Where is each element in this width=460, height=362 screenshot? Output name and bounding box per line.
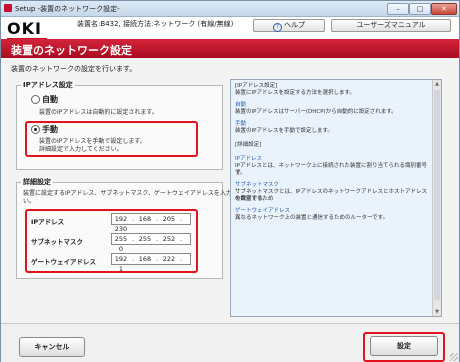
help-panel[interactable]: [IPアドレス設定] 装置にIPアドレスを設定する方法を選択します。 自動 装置…	[230, 79, 442, 317]
ip-octet-2[interactable]: 168	[136, 214, 154, 224]
help-line: 装置にIPアドレスを設定する方法を選択します。	[235, 90, 355, 96]
auto-label[interactable]: 自動	[42, 94, 58, 105]
user-manual-button[interactable]: ユーザーズマニュアル	[331, 19, 451, 32]
help-line: す。	[235, 170, 246, 176]
help-icon: ?	[273, 23, 282, 32]
app-header: OKI 装置名:B432, 接続方法:ネットワーク (有線/無線) ? ヘルプ ユ…	[1, 17, 459, 40]
page-subtitle: 装置のネットワークの設定を行います。	[11, 65, 137, 73]
apply-button[interactable]: 設定	[370, 336, 438, 356]
mask-octet-2[interactable]: 255	[136, 234, 154, 244]
close-button[interactable]: ✕	[431, 3, 457, 15]
page-title-band: 装置のネットワーク設定	[1, 39, 459, 58]
manual-description-2: 詳細設定で入力してください。	[39, 146, 123, 153]
ip-address-input[interactable]: 192. 168. 205.230	[111, 213, 191, 233]
subnet-mask-label: サブネットマスク	[31, 238, 83, 246]
gateway-label: ゲートウェイアドレス	[31, 258, 96, 266]
help-line: 装置のIPアドレスはサーバー(DHCP)から自動的に設定されます。	[235, 109, 397, 115]
gw-octet-1[interactable]: 192	[112, 254, 130, 264]
help-heading-gateway: ゲートウェイアドレス	[235, 208, 291, 214]
footer-bar: キャンセル 設定	[1, 323, 459, 362]
help-line: 異なるネットワーク上の装置と通信するためのルーターです。	[235, 215, 389, 221]
help-scrollbar[interactable]: ▲ ▼	[432, 80, 441, 316]
mask-octet-1[interactable]: 255	[112, 234, 130, 244]
help-heading-manual: 手動	[235, 121, 247, 127]
help-line: [IPアドレス設定]	[235, 83, 278, 89]
auto-radio[interactable]	[31, 95, 40, 104]
oki-logo: OKI	[7, 19, 47, 40]
detail-title: 詳細設定	[21, 177, 53, 187]
help-heading-ip: IPアドレス	[235, 156, 262, 162]
gw-octet-3[interactable]: 222	[160, 254, 178, 264]
subnet-mask-input[interactable]: 255. 255. 252.0	[111, 233, 191, 253]
help-line: 装置のIPアドレスを手動で設定します。	[235, 128, 333, 134]
mask-octet-3[interactable]: 252	[160, 234, 178, 244]
cancel-button[interactable]: キャンセル	[19, 337, 85, 357]
device-info: 装置名:B432, 接続方法:ネットワーク (有線/無線)	[77, 20, 234, 28]
help-heading-auto: 自動	[235, 102, 247, 108]
page-title: 装置のネットワーク設定	[11, 44, 132, 57]
window-title: Setup -装置のネットワーク設定-	[15, 5, 120, 13]
gw-octet-2[interactable]: 168	[136, 254, 154, 264]
ip-octet-1[interactable]: 192	[112, 214, 130, 224]
manual-label[interactable]: 手動	[42, 124, 58, 135]
resize-grip-icon[interactable]	[450, 353, 458, 361]
app-icon	[4, 4, 12, 12]
gateway-input[interactable]: 192. 168. 222.1	[111, 253, 191, 273]
title-bar[interactable]: Setup -装置のネットワーク設定- – □ ✕	[1, 1, 459, 17]
ip-address-label: IPアドレス	[31, 218, 65, 226]
detail-description: 装置に設定するIPアドレス、サブネットマスク、ゲートウェイアドレスを入力してくだ…	[23, 190, 262, 197]
ip-setting-title: IPアドレス設定	[21, 80, 75, 90]
help-button[interactable]: ? ヘルプ	[253, 19, 325, 32]
maximize-button[interactable]: □	[409, 3, 431, 15]
gw-octet-4[interactable]: 1	[112, 264, 130, 274]
help-heading-subnet: サブネットマスク	[235, 182, 280, 188]
minimize-button[interactable]: –	[387, 3, 409, 15]
detail-description-2: い。	[23, 198, 36, 205]
help-line: の数値です。	[235, 196, 268, 202]
setup-window: Setup -装置のネットワーク設定- – □ ✕ OKI 装置名:B432, …	[0, 0, 460, 362]
help-line: [詳細設定]	[235, 142, 262, 148]
ip-octet-3[interactable]: 205	[160, 214, 178, 224]
scroll-up-arrow-icon[interactable]: ▲	[433, 80, 441, 88]
help-scrollbar-thumb[interactable]	[434, 90, 440, 300]
auto-description: 装置のIPアドレスは自動的に設定されます。	[39, 109, 158, 116]
manual-radio[interactable]	[31, 125, 40, 134]
scroll-down-arrow-icon[interactable]: ▼	[433, 308, 441, 316]
